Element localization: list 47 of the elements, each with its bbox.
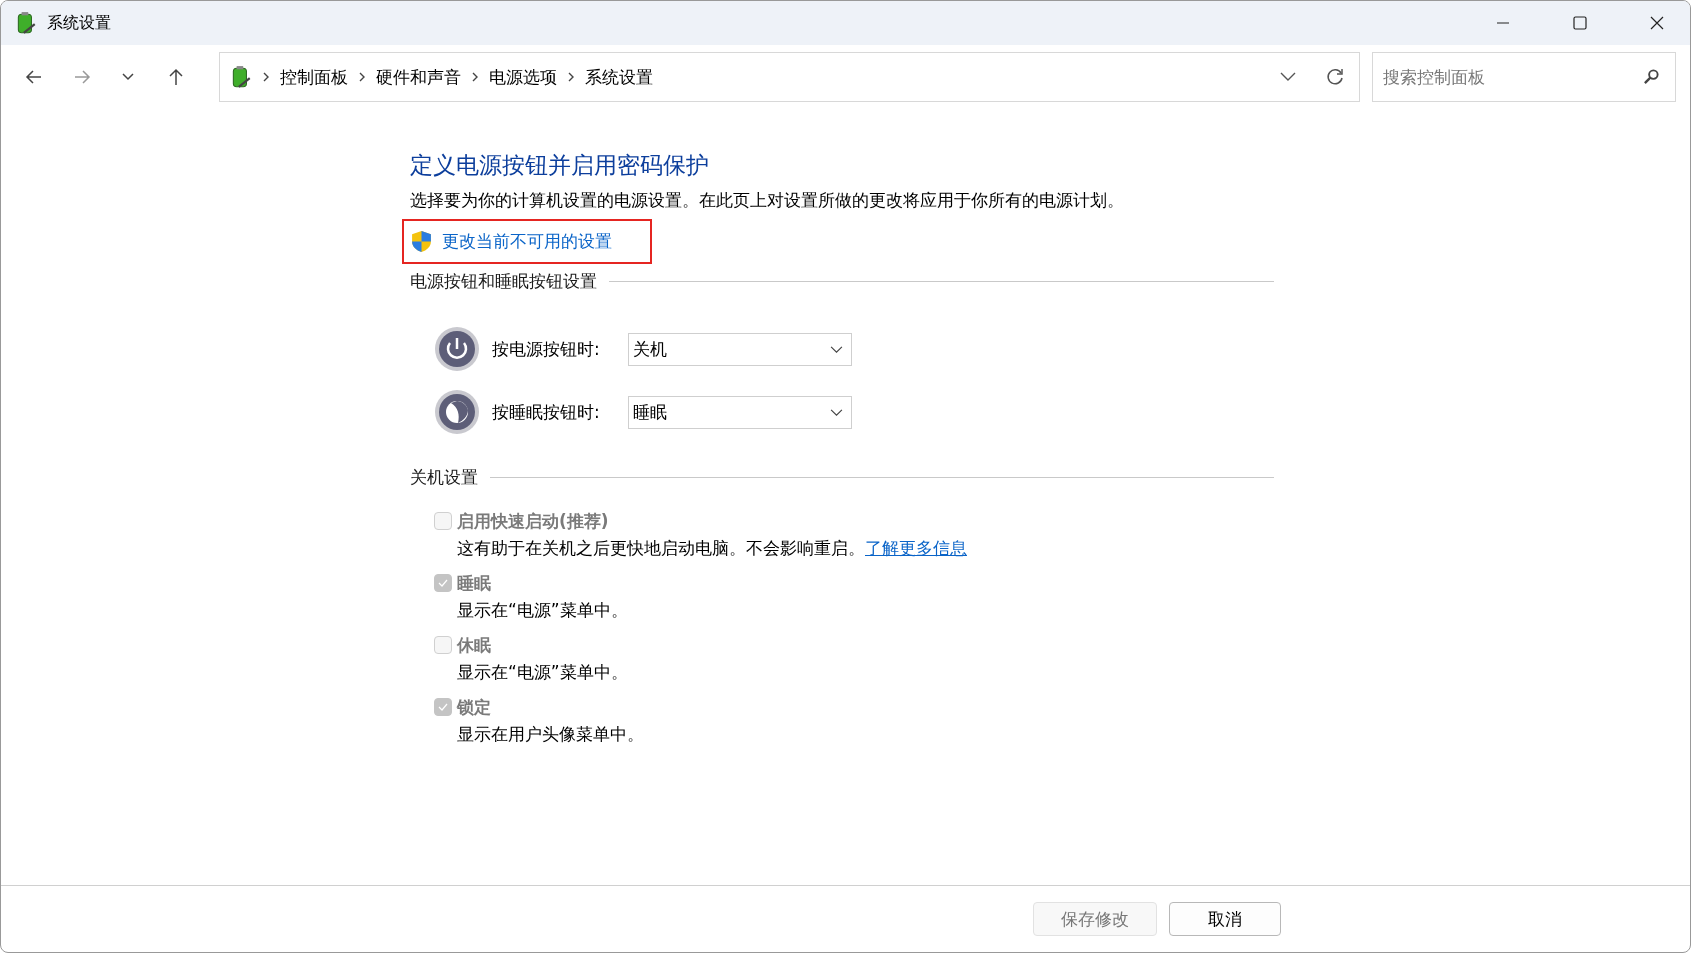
breadcrumb-item[interactable]: 硬件和声音 xyxy=(376,65,461,89)
field-label: 按电源按钮时: xyxy=(492,337,601,361)
breadcrumb-item[interactable]: 系统设置 xyxy=(585,65,653,89)
section-title: 关机设置 xyxy=(410,466,478,489)
battery-plug-icon xyxy=(15,11,37,35)
forward-arrow-icon[interactable] xyxy=(73,68,91,86)
power-button-icon xyxy=(434,326,480,372)
chevron-down-icon xyxy=(830,344,843,354)
footer-button[interactable]: 取消 xyxy=(1169,902,1281,936)
chevron-right-icon xyxy=(262,71,270,83)
checkbox-label: 睡眠 xyxy=(457,571,491,595)
change-settings-link[interactable]: 更改当前不可用的设置 xyxy=(442,230,612,253)
checkmark-icon xyxy=(437,701,449,713)
battery-plug-icon xyxy=(230,65,252,89)
breadcrumb-item[interactable]: 电源选项 xyxy=(489,65,557,89)
chevron-down-icon[interactable] xyxy=(1279,71,1297,83)
chevron-right-icon xyxy=(567,71,575,83)
option-description: 显示在用户头像菜单中。 xyxy=(457,722,644,746)
description-text: 选择要为你的计算机设置的电源设置。在此页上对设置所做的更改将应用于你所有的电源计划。 xyxy=(410,190,1125,212)
moon-button-icon xyxy=(434,389,480,435)
dropdown[interactable]: 关机 xyxy=(628,332,852,366)
address-bar[interactable]: 控制面板 硬件和声音 电源选项 系统设置 xyxy=(219,52,1360,102)
page-heading: 定义电源按钮并启用密码保护 xyxy=(410,151,710,180)
back-arrow-icon[interactable] xyxy=(25,68,43,86)
option-description: 这有助于在关机之后更快地启动电脑。不会影响重启。 xyxy=(457,536,865,560)
chevron-right-icon xyxy=(471,71,479,83)
chevron-down-icon[interactable] xyxy=(121,72,135,82)
field-label: 按睡眠按钮时: xyxy=(492,400,601,424)
breadcrumb-item[interactable]: 控制面板 xyxy=(280,65,348,89)
maximize-icon[interactable] xyxy=(1573,16,1587,30)
shield-icon xyxy=(411,230,432,253)
section-title: 电源按钮和睡眠按钮设置 xyxy=(410,270,597,293)
option-description: 显示在“电源”菜单中。 xyxy=(457,660,628,684)
checkbox-label: 启用快速启动(推荐) xyxy=(457,509,609,533)
search-icon[interactable] xyxy=(1643,68,1660,85)
option-description: 显示在“电源”菜单中。 xyxy=(457,598,628,622)
dropdown[interactable]: 睡眠 xyxy=(628,395,852,429)
up-arrow-icon[interactable] xyxy=(167,68,185,86)
search-field[interactable]: 搜索控制面板 xyxy=(1372,52,1676,102)
checkmark-icon xyxy=(437,577,449,589)
chevron-right-icon xyxy=(358,71,366,83)
close-icon[interactable] xyxy=(1650,16,1664,30)
chevron-down-icon xyxy=(830,407,843,417)
checkbox-label: 休眠 xyxy=(457,633,491,657)
window-title: 系统设置 xyxy=(47,12,111,34)
refresh-icon[interactable] xyxy=(1325,67,1345,87)
checkbox-label: 锁定 xyxy=(457,695,491,719)
